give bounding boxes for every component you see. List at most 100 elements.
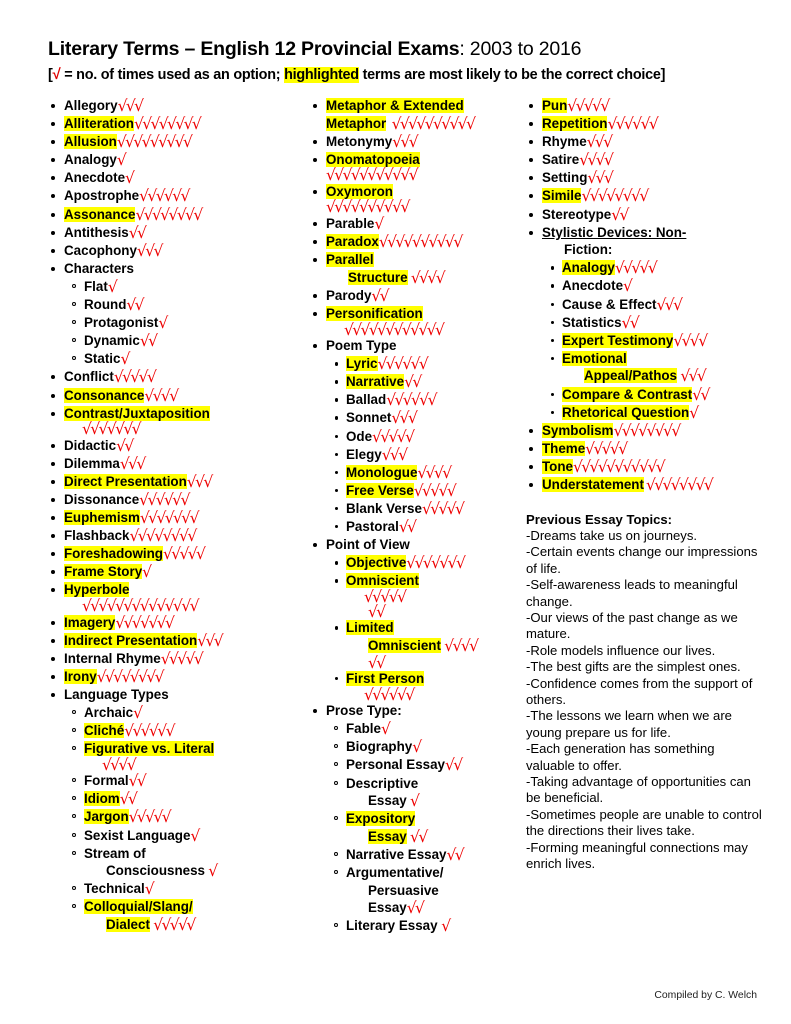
term-item: Technical√ bbox=[70, 880, 298, 898]
term-item: Biography√ bbox=[332, 738, 518, 756]
term-item: Onomatopoeia √√√√√√√√√√√ bbox=[310, 151, 518, 183]
term-label: Prose Type: bbox=[326, 703, 402, 719]
tick-marks: √√ bbox=[116, 436, 134, 455]
column-two: Metaphor & Extended Metaphor √√√√√√√√√√ Me… bbox=[298, 97, 518, 935]
term-label: Oxymoron bbox=[326, 183, 393, 199]
tick-marks: √√√√√√√√ bbox=[133, 115, 202, 134]
tick-marks: √√ bbox=[398, 517, 417, 536]
term-label: Biography bbox=[346, 739, 413, 755]
term-item: Omniscient √√√√√ √√ bbox=[332, 572, 518, 620]
term-item: Didactic√√ bbox=[48, 436, 298, 455]
tick-marks: √√√√ bbox=[673, 331, 708, 350]
tick-marks: √√√√√√√ bbox=[139, 509, 200, 528]
term-item: Ballad√√√√√√ bbox=[332, 391, 518, 409]
term-item: Allusion√√√√√√√√√ bbox=[48, 133, 298, 151]
term-item: Rhetorical Question√ bbox=[548, 404, 766, 421]
term-label: Paradox bbox=[326, 234, 379, 250]
tick-marks: √√ bbox=[139, 332, 158, 351]
term-item: Conflict√√√√√ bbox=[48, 368, 298, 386]
term-label: Descriptive bbox=[346, 775, 419, 791]
term-item: Language Types bbox=[48, 686, 298, 704]
term-label: Frame Story bbox=[64, 564, 143, 580]
tick-marks: √√√ bbox=[392, 132, 418, 151]
term-item: Fable√ bbox=[332, 720, 518, 738]
term-label: Literary Essay bbox=[346, 918, 442, 934]
essay-topics-heading: Previous Essay Topics: bbox=[526, 511, 673, 527]
tick-marks: √√√√√√ bbox=[139, 187, 190, 206]
term-item: Point of View bbox=[310, 536, 518, 554]
term-label: Blank Verse bbox=[346, 500, 422, 516]
tick-marks: √√√√√√ bbox=[386, 391, 437, 410]
term-label-continuation: Essay√√ bbox=[346, 899, 518, 917]
term-item: Ode√√√√√ bbox=[332, 428, 518, 445]
essay-topic: -Role models influence our lives. bbox=[526, 642, 716, 658]
term-label-continuation: Essay √ bbox=[346, 792, 518, 810]
tick-marks: √√ bbox=[126, 296, 144, 315]
tick-marks: √√√√√√√√√√ bbox=[378, 233, 463, 252]
term-label: Dissonance bbox=[64, 491, 140, 507]
term-label: Tone bbox=[542, 458, 573, 474]
term-item: Analogy√ bbox=[48, 151, 298, 169]
tick-marks: √√√√ bbox=[407, 268, 446, 287]
tick-marks: √√ bbox=[128, 223, 147, 242]
term-item: Personal Essay√√ bbox=[332, 756, 518, 774]
term-item: Apostrophe√√√√√√ bbox=[48, 187, 298, 205]
essay-topic: -Forming meaningful connections may enri… bbox=[526, 839, 748, 872]
term-item: Characters bbox=[48, 260, 298, 278]
title-years: : 2003 to 2016 bbox=[459, 38, 582, 60]
term-label: Technical bbox=[84, 881, 145, 897]
term-label: Rhyme bbox=[542, 134, 587, 150]
term-item: Descriptive Essay √ bbox=[332, 775, 518, 810]
tick-marks: √√√√√ bbox=[585, 439, 628, 458]
term-item: Protagonist√ bbox=[70, 314, 298, 332]
term-item: Emotional Appeal/Pathos √√√ bbox=[548, 350, 766, 385]
term-label: Parable bbox=[326, 215, 375, 231]
tick-marks: √√ bbox=[128, 772, 147, 791]
tick-marks: √√ bbox=[406, 899, 425, 918]
tick-marks: √√√√√ bbox=[162, 545, 206, 564]
term-item: Anecdote√ bbox=[548, 277, 766, 295]
term-label-line2: Omniscient bbox=[368, 637, 441, 653]
term-label-line3: Essay bbox=[368, 900, 407, 916]
term-label: Parody bbox=[326, 287, 372, 303]
term-label: First Person bbox=[346, 671, 425, 687]
tick-marks: √√√ bbox=[186, 472, 213, 491]
term-label-line2: Appeal/Pathos bbox=[584, 368, 678, 384]
term-label: Cacophony bbox=[64, 242, 137, 258]
essay-topic: -The lessons we learn when we are young … bbox=[526, 708, 732, 740]
tick-marks: √√√√√√√√ bbox=[129, 527, 198, 546]
term-label: Personal Essay bbox=[346, 757, 446, 773]
tick-marks: √√√√√ bbox=[421, 499, 465, 518]
essay-topic: -Confidence comes from the support of ot… bbox=[526, 675, 753, 708]
term-item: Blank Verse√√√√√ bbox=[332, 500, 518, 518]
term-label: Direct Presentation bbox=[64, 473, 187, 489]
legend-post-text: terms are most likely to be the correct … bbox=[358, 67, 666, 83]
title-main: Literary Terms – English 12 Provincial E… bbox=[48, 38, 460, 60]
term-label: Indirect Presentation bbox=[64, 632, 198, 648]
term-label: Onomatopoeia bbox=[326, 151, 420, 167]
tick-marks: √√ bbox=[371, 286, 389, 305]
term-item: First Person √√√√√√ bbox=[332, 670, 518, 702]
term-item: Cacophony√√√ bbox=[48, 242, 298, 260]
tick-marks: √√√√√√√√ bbox=[96, 667, 165, 686]
term-label-continuation: Omniscient √√√√ bbox=[346, 637, 518, 655]
tick-marks: √√√√√ bbox=[567, 97, 610, 115]
tick-marks: √ bbox=[120, 350, 130, 369]
term-item: Dynamic√√ bbox=[70, 332, 298, 350]
term-label: Didactic bbox=[64, 437, 117, 453]
term-label: Analogy bbox=[64, 152, 117, 168]
tick-marks: √√ bbox=[692, 385, 710, 404]
term-label-line2: Dialect bbox=[106, 917, 150, 933]
term-label-line2: Essay bbox=[368, 793, 407, 809]
term-label: Metaphor & Extended bbox=[326, 98, 464, 113]
term-label-line2: Persuasive bbox=[368, 882, 439, 898]
term-label: Euphemism bbox=[64, 510, 140, 526]
term-label: Idiom bbox=[84, 791, 120, 807]
term-label-continuation: Fiction: bbox=[542, 241, 766, 259]
term-label: Lyric bbox=[346, 356, 378, 372]
column-one: Allegory√√√ Alliteration√√√√√√√√ Allusion√… bbox=[48, 97, 298, 934]
term-item: Repetition√√√√√√ bbox=[526, 115, 766, 133]
essay-topic: -Sometimes people are unable to control … bbox=[526, 806, 762, 839]
term-label: Theme bbox=[542, 440, 586, 456]
term-label: Language Types bbox=[64, 686, 169, 702]
